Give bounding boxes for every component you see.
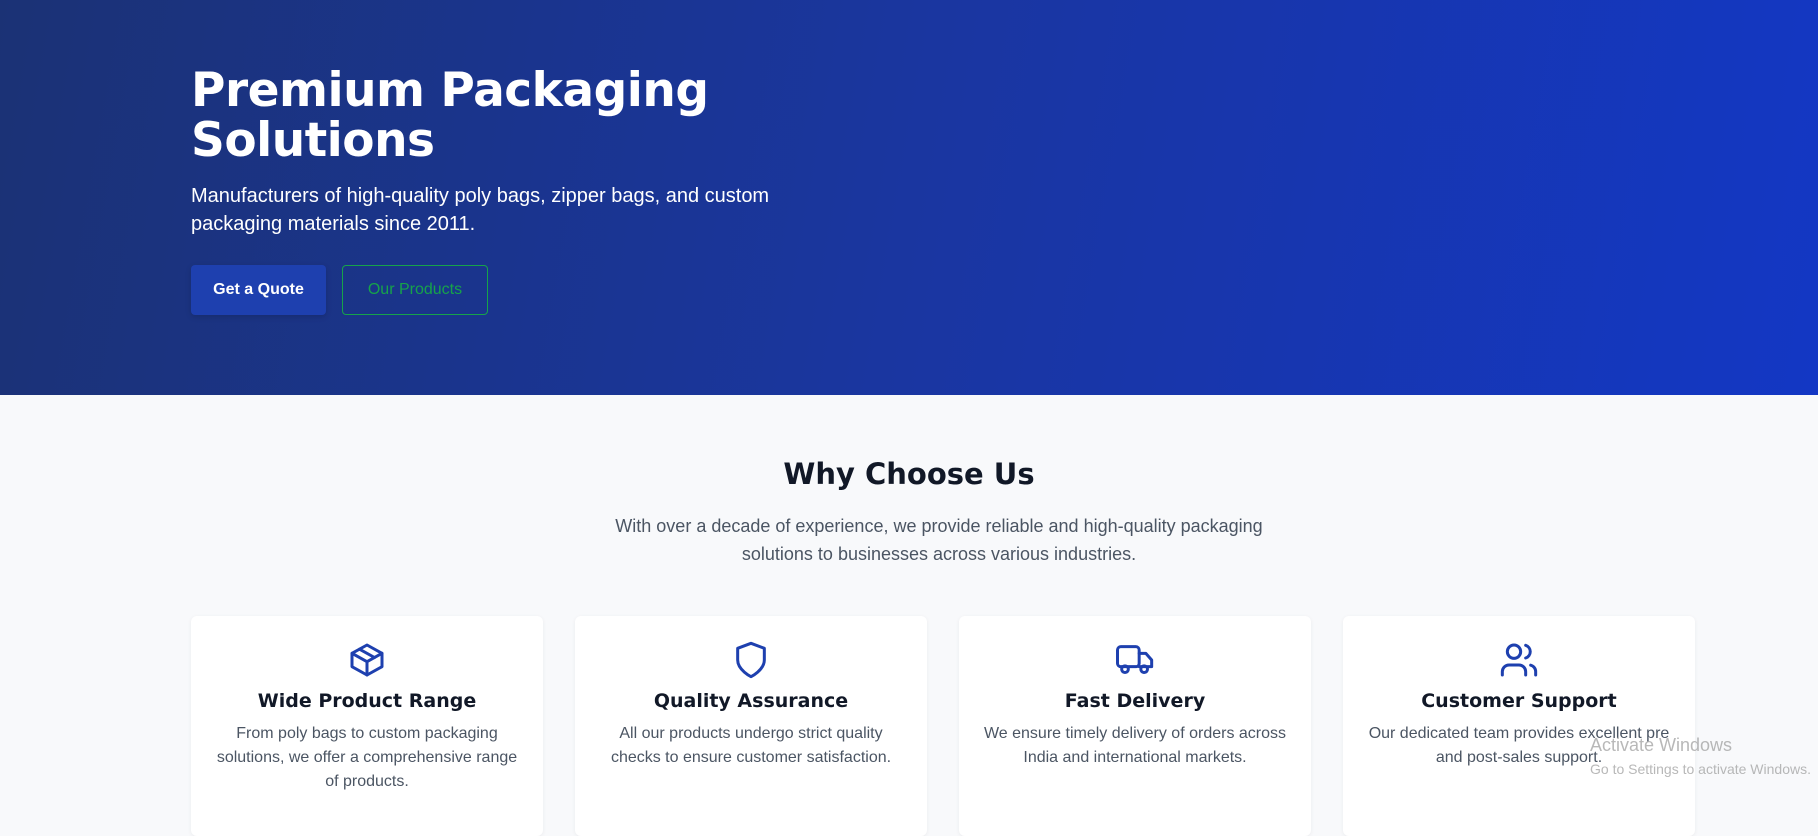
box-icon bbox=[350, 643, 384, 677]
hero-content: Premium Packaging Solutions Manufacturer… bbox=[191, 63, 811, 315]
shield-icon bbox=[736, 641, 766, 679]
feature-card-quality: Quality Assurance All our products under… bbox=[575, 616, 927, 836]
hero-buttons: Get a Quote Our Products bbox=[191, 265, 488, 315]
card-text: We ensure timely delivery of orders acro… bbox=[983, 725, 1287, 766]
activate-windows-watermark: Activate Windows Go to Settings to activ… bbox=[1590, 733, 1818, 781]
our-products-button[interactable]: Our Products bbox=[342, 265, 488, 315]
section-description: With over a decade of experience, we pro… bbox=[615, 516, 1263, 564]
users-icon bbox=[1500, 643, 1538, 677]
card-title: Customer Support bbox=[1421, 690, 1617, 712]
feature-card-delivery: Fast Delivery We ensure timely delivery … bbox=[959, 616, 1311, 836]
feature-card-product-range: Wide Product Range From poly bags to cus… bbox=[191, 616, 543, 836]
card-text: All our products undergo strict quality … bbox=[610, 725, 892, 766]
watermark-title: Activate Windows bbox=[1590, 735, 1733, 755]
card-title: Quality Assurance bbox=[653, 690, 849, 712]
watermark-subtitle: Go to Settings to activate Windows. bbox=[1590, 761, 1811, 777]
feature-card-support: Customer Support Our dedicated team prov… bbox=[1343, 616, 1695, 836]
feature-cards: Wide Product Range From poly bags to cus… bbox=[191, 616, 1695, 836]
section-title: Why Choose Us bbox=[783, 457, 1035, 491]
card-title: Wide Product Range bbox=[257, 690, 477, 712]
hero-title: Premium Packaging Solutions bbox=[191, 63, 709, 168]
hero-section: Premium Packaging Solutions Manufacturer… bbox=[0, 0, 1818, 395]
why-choose-us-section: Why Choose Us With over a decade of expe… bbox=[0, 395, 1818, 836]
get-quote-button[interactable]: Get a Quote bbox=[191, 265, 326, 315]
card-text: From poly bags to custom packaging solut… bbox=[216, 725, 518, 790]
hero-subtitle: Manufacturers of high-quality poly bags,… bbox=[191, 185, 770, 235]
truck-icon bbox=[1116, 645, 1154, 674]
card-title: Fast Delivery bbox=[1064, 690, 1206, 712]
